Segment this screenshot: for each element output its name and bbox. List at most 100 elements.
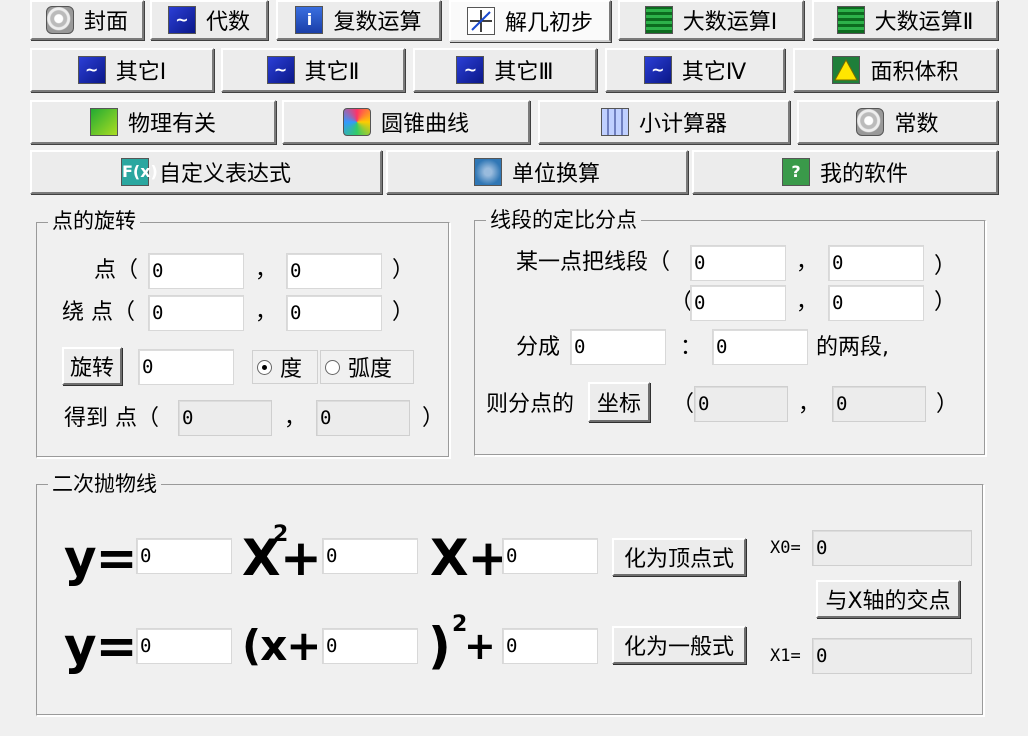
tab-label: 其它Ⅱ bbox=[304, 60, 360, 85]
parabola-legend: 二次抛物线 bbox=[48, 472, 161, 496]
to-vertex-form-button[interactable]: 化为顶点式 bbox=[612, 538, 746, 576]
open-paren: （ bbox=[672, 392, 695, 417]
y-equals: y= bbox=[64, 617, 137, 675]
plus-sign: + bbox=[464, 624, 496, 668]
blue-curve-icon: ~ bbox=[77, 56, 106, 84]
axis-icon bbox=[466, 7, 495, 35]
a-x-input[interactable] bbox=[690, 245, 786, 281]
center-x-input[interactable] bbox=[148, 295, 244, 331]
tab-other-2[interactable]: ~ 其它Ⅱ bbox=[221, 48, 405, 92]
vertex-h-input[interactable] bbox=[322, 628, 418, 664]
divide-result-x-field bbox=[694, 386, 788, 422]
vertex-a-input[interactable] bbox=[136, 628, 232, 664]
y-equals: y= bbox=[64, 529, 137, 587]
question-icon: ? bbox=[781, 158, 810, 186]
b-y-input[interactable] bbox=[828, 285, 924, 321]
point-label: 点（ bbox=[94, 258, 139, 283]
coef-b-input[interactable] bbox=[322, 538, 418, 574]
comma: ， bbox=[798, 392, 821, 417]
tab-bignum-2[interactable]: 大数运算Ⅱ bbox=[812, 0, 998, 40]
blue-curve-icon: ~ bbox=[167, 6, 196, 34]
ratio-2-input[interactable] bbox=[712, 329, 808, 365]
degree-radio[interactable]: 度 bbox=[252, 350, 318, 384]
cone-icon bbox=[342, 108, 371, 136]
coef-c-input[interactable] bbox=[502, 538, 598, 574]
b-x-input[interactable] bbox=[690, 285, 786, 321]
tab-bignum-1[interactable]: 大数运算Ⅰ bbox=[618, 0, 804, 40]
x-plus: X+ bbox=[430, 529, 509, 587]
point-y-input[interactable] bbox=[286, 253, 382, 289]
blue-curve-icon: ~ bbox=[266, 56, 295, 84]
tab-area-volume[interactable]: 面积体积 bbox=[793, 48, 998, 92]
close-paren: ) bbox=[428, 617, 451, 675]
close-paren: ） bbox=[422, 406, 445, 431]
tab-other-3[interactable]: ~ 其它Ⅲ bbox=[413, 48, 597, 92]
divide-legend: 线段的定比分点 bbox=[486, 208, 641, 232]
tab-label: 解几初步 bbox=[504, 11, 593, 36]
tab-label: 代数 bbox=[205, 10, 250, 35]
close-paren: ） bbox=[392, 258, 415, 283]
calculator-icon bbox=[600, 108, 629, 136]
tab-label: 其它Ⅲ bbox=[494, 60, 554, 85]
tab-physics[interactable]: 物理有关 bbox=[30, 100, 276, 144]
ratio-label: 分成 bbox=[516, 335, 561, 360]
vertex-k-input[interactable] bbox=[502, 628, 598, 664]
then-label: 则分点的 bbox=[486, 392, 575, 417]
tab-label: 封面 bbox=[83, 10, 128, 35]
shell-icon bbox=[856, 108, 885, 136]
info-icon: i bbox=[295, 6, 324, 34]
rotate-button[interactable]: 旋转 bbox=[62, 347, 122, 385]
tab-analytic-geometry[interactable]: 解几初步 bbox=[449, 0, 611, 42]
fx-icon: F(x) bbox=[120, 158, 158, 186]
tab-algebra[interactable]: ~ 代数 bbox=[150, 0, 268, 40]
comma: ， bbox=[796, 250, 819, 275]
result-point-label: 得到 点（ bbox=[64, 406, 159, 431]
tab-other-1[interactable]: ~ 其它Ⅰ bbox=[30, 48, 214, 92]
shell-icon bbox=[45, 6, 74, 34]
tab-complex[interactable]: i 复数运算 bbox=[276, 0, 441, 40]
tab-label: 复数运算 bbox=[333, 10, 422, 35]
ratio-separator: ： bbox=[680, 335, 703, 360]
open-paren-x-plus: (x+ bbox=[242, 621, 321, 670]
center-y-input[interactable] bbox=[286, 295, 382, 331]
tab-label: 小计算器 bbox=[638, 112, 727, 137]
tab-label: 自定义表达式 bbox=[158, 162, 291, 187]
radian-radio[interactable]: 弧度 bbox=[320, 350, 414, 384]
tab-label: 大数运算Ⅰ bbox=[682, 10, 778, 35]
tab-label: 面积体积 bbox=[870, 60, 959, 85]
result-x-field bbox=[178, 400, 272, 436]
green-grid-icon bbox=[644, 6, 673, 34]
angle-input[interactable] bbox=[138, 349, 234, 385]
tab-cover[interactable]: 封面 bbox=[30, 0, 144, 40]
segment-label: 某一点把线段（ bbox=[516, 250, 671, 275]
to-general-form-button[interactable]: 化为一般式 bbox=[612, 626, 746, 664]
tab-label: 我的软件 bbox=[819, 162, 908, 187]
ratio-1-input[interactable] bbox=[570, 329, 666, 365]
plus-sign: + bbox=[280, 529, 322, 587]
x-axis-intersection-button[interactable]: 与X轴的交点 bbox=[816, 580, 960, 618]
ratio-suffix: 的两段, bbox=[816, 335, 889, 360]
comma: ， bbox=[796, 290, 819, 315]
tab-other-4[interactable]: ~ 其它Ⅳ bbox=[605, 48, 785, 92]
tab-constants[interactable]: 常数 bbox=[797, 100, 998, 144]
close-paren: ） bbox=[934, 254, 957, 279]
tab-my-software[interactable]: ? 我的软件 bbox=[692, 150, 998, 194]
tab-custom-expression[interactable]: F(x) 自定义表达式 bbox=[30, 150, 382, 194]
tab-conic[interactable]: 圆锥曲线 bbox=[282, 100, 530, 144]
comma: ， bbox=[255, 258, 278, 283]
blue-curve-icon: ~ bbox=[643, 56, 672, 84]
point-x-input[interactable] bbox=[148, 253, 244, 289]
tab-unit-conversion[interactable]: 单位换算 bbox=[386, 150, 688, 194]
coef-a-input[interactable] bbox=[136, 538, 232, 574]
tab-label: 大数运算Ⅱ bbox=[874, 10, 974, 35]
unit-icon bbox=[473, 158, 502, 186]
comma: ， bbox=[284, 406, 307, 431]
close-paren: ） bbox=[936, 392, 959, 417]
comma: ， bbox=[255, 300, 278, 325]
green-grid-icon bbox=[836, 6, 865, 34]
close-paren: ） bbox=[934, 290, 957, 315]
tab-calculator[interactable]: 小计算器 bbox=[538, 100, 790, 144]
coordinate-button[interactable]: 坐标 bbox=[588, 382, 650, 422]
a-y-input[interactable] bbox=[828, 245, 924, 281]
tab-label: 其它Ⅰ bbox=[115, 60, 167, 85]
